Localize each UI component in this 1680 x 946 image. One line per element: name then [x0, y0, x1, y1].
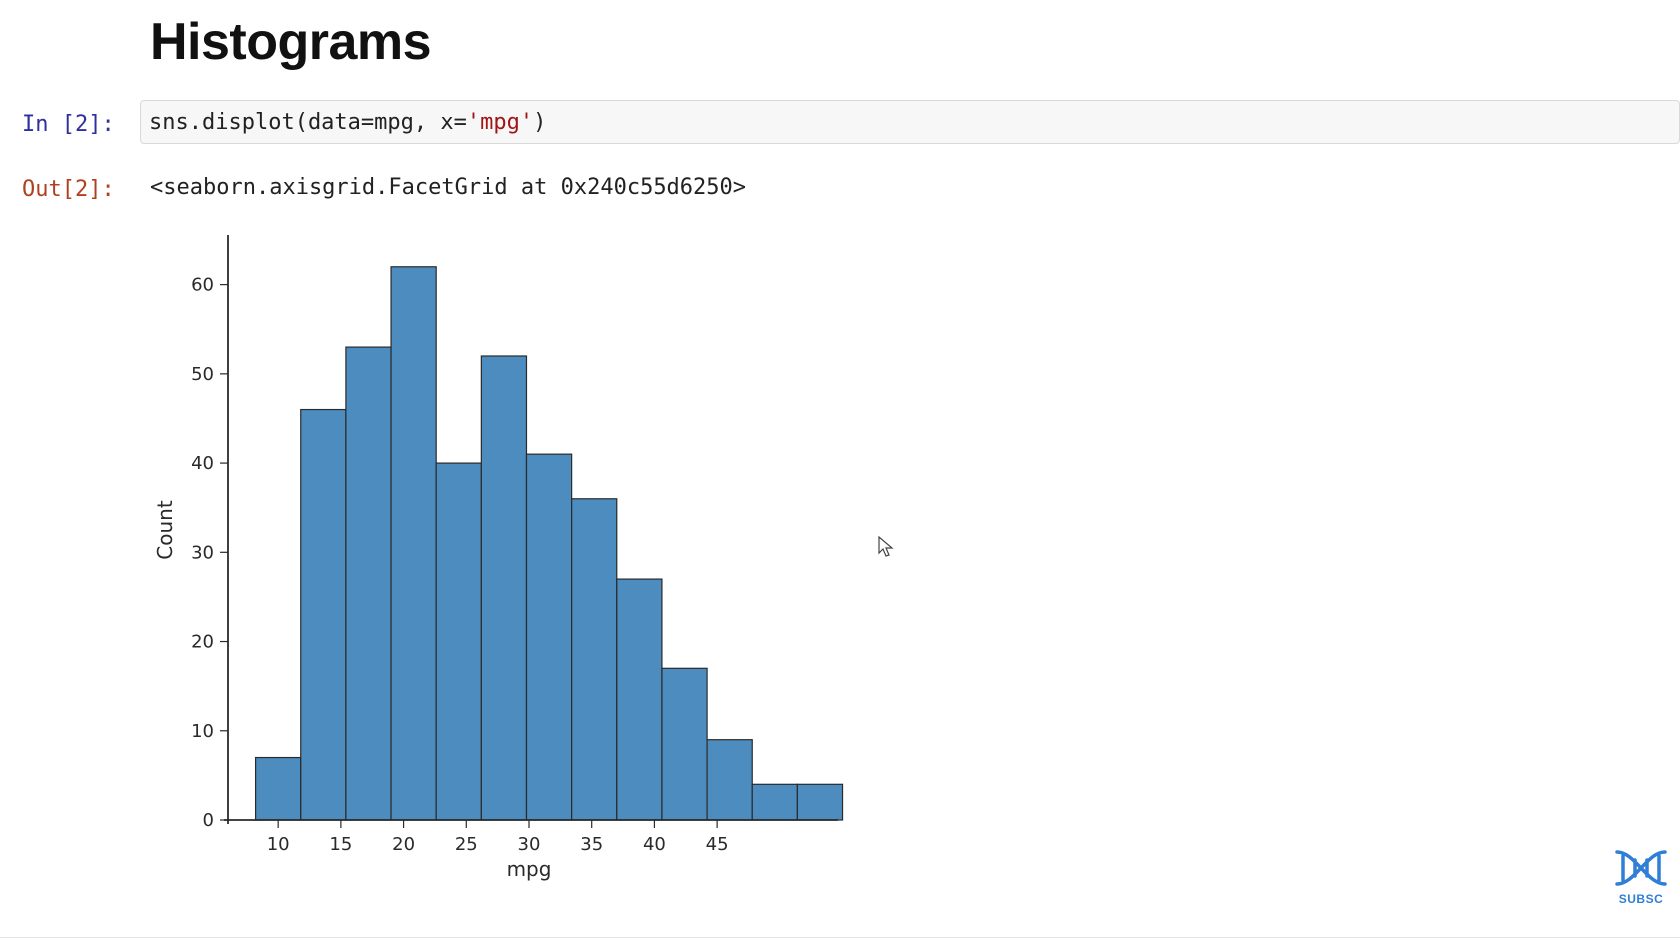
- histogram-bar: [391, 267, 436, 820]
- x-tick-label: 45: [706, 834, 729, 855]
- code-token: =: [361, 110, 374, 135]
- y-tick-label: 60: [191, 275, 214, 296]
- x-tick-label: 35: [580, 834, 603, 855]
- histogram-chart: 0 10 20 30 40 50 60 10 15 20 25 30 35 40 45 mpg Count: [150, 230, 850, 880]
- histogram-bar: [797, 784, 842, 820]
- output-prompt: Out[2]:: [22, 177, 115, 202]
- page: Histograms In [2]: sns.displot(data = mp…: [0, 0, 1680, 946]
- y-tick-label: 40: [191, 453, 214, 474]
- dna-icon: [1611, 846, 1671, 890]
- subscribe-label: SUBSC: [1606, 892, 1676, 906]
- page-title: Histograms: [150, 12, 431, 72]
- histogram-bar: [346, 347, 391, 820]
- code-token: ): [533, 110, 546, 135]
- y-tick-label: 30: [191, 542, 214, 563]
- y-tick-label: 10: [191, 721, 214, 742]
- input-prompt: In [2]:: [22, 112, 115, 137]
- histogram-bar: [617, 579, 662, 820]
- histogram-bar: [481, 356, 526, 820]
- histogram-bar: [526, 454, 571, 820]
- histogram-bar: [436, 463, 481, 820]
- histogram-svg: 0 10 20 30 40 50 60 10 15 20 25 30 35 40 45 mpg Count: [150, 230, 850, 890]
- output-text: <seaborn.axisgrid.FacetGrid at 0x240c55d…: [150, 175, 746, 200]
- code-token: mpg, x: [374, 110, 453, 135]
- footer-divider: [0, 937, 1680, 938]
- x-tick-label: 40: [643, 834, 666, 855]
- histogram-bar: [662, 668, 707, 820]
- histogram-bar: [752, 784, 797, 820]
- subscribe-badge[interactable]: SUBSC: [1606, 846, 1676, 916]
- code-cell[interactable]: sns.displot(data = mpg, x = 'mpg' ): [140, 100, 1680, 144]
- y-tick-label: 20: [191, 632, 214, 653]
- code-token: sns.displot(data: [149, 110, 361, 135]
- histogram-bar: [256, 758, 301, 820]
- cursor-icon: [878, 536, 894, 558]
- y-axis-label: Count: [153, 500, 177, 560]
- histogram-bar: [301, 410, 346, 820]
- y-tick-label: 50: [191, 364, 214, 385]
- x-tick-label: 10: [267, 834, 290, 855]
- x-tick-label: 25: [455, 834, 478, 855]
- x-tick-label: 20: [392, 834, 415, 855]
- x-tick-label: 15: [329, 834, 352, 855]
- histogram-bar: [707, 740, 752, 820]
- x-axis-label: mpg: [507, 857, 552, 881]
- y-tick-label: 0: [203, 810, 214, 831]
- code-token: =: [454, 110, 467, 135]
- histogram-bar: [572, 499, 617, 820]
- code-token: 'mpg': [467, 110, 533, 135]
- x-tick-label: 30: [518, 834, 541, 855]
